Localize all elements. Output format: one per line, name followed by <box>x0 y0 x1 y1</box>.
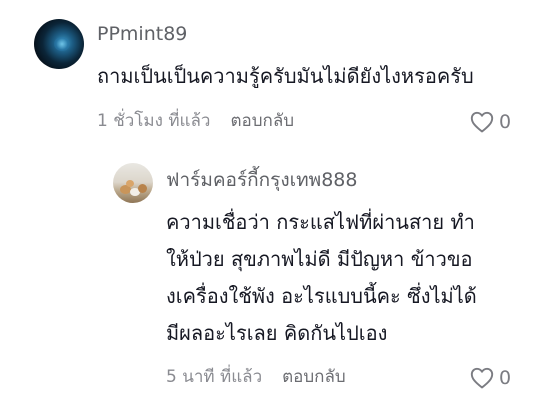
comment-timestamp: 1 ชั่วโมง ที่แล้ว <box>97 111 211 131</box>
reply-like-button[interactable]: 0 <box>470 367 511 389</box>
comment-username[interactable]: PPmint89 <box>97 25 187 44</box>
reply-line-4: มีผลอะไรเลย คิดกันไปเอง <box>166 321 388 345</box>
reply-line-1: ความเชื่อว่า กระแสไฟที่ผ่านสาย ทำ <box>166 210 475 234</box>
reply-line-2: ให้ป่วย สุขภาพไม่ดี มีปัญหา ข้าวขอ <box>166 247 473 271</box>
reply-avatar[interactable] <box>113 163 153 203</box>
comment-thread: PPmint89 ถามเป็นเป็นความรู้ครับมันไม่ดีย… <box>0 0 559 418</box>
comment-like-count: 0 <box>499 110 512 133</box>
heart-outline-icon <box>470 111 494 133</box>
reply-timestamp: 5 นาที ที่แล้ว <box>166 367 263 387</box>
commenter-avatar[interactable] <box>34 19 84 69</box>
reply-reply-button[interactable]: ตอบกลับ <box>282 369 346 386</box>
reply-username[interactable]: ฟาร์มคอร์กี้กรุงเทพ888 <box>166 171 357 190</box>
comment-text: ถามเป็นเป็นความรู้ครับมันไม่ดียังไงหรอคร… <box>97 64 474 88</box>
heart-outline-icon <box>470 367 494 389</box>
reply-like-count: 0 <box>499 366 512 389</box>
comment-meta: 1 ชั่วโมง ที่แล้ว ตอบกลับ <box>97 113 294 130</box>
reply-button[interactable]: ตอบกลับ <box>230 113 294 130</box>
reply-meta: 5 นาที ที่แล้ว ตอบกลับ <box>166 369 346 386</box>
comment-like-button[interactable]: 0 <box>470 111 511 133</box>
reply-line-3: งเครื่องใช้พัง อะไรแบบนี้คะ ซึ่งไม่ได้ <box>166 284 477 308</box>
